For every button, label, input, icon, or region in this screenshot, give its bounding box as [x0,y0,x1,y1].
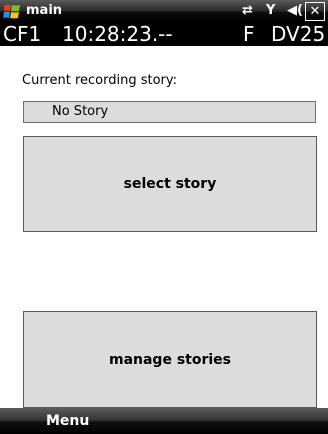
device-label: DV25 [271,23,326,46]
connectivity-icon[interactable]: ⇄ [242,3,253,18]
current-story-field: No Story [23,101,316,123]
timecode: 10:28:23.-- [62,23,173,46]
select-story-button[interactable]: select story [23,136,317,232]
mode-label: F [243,23,255,46]
signal-icon[interactable]: Y [266,3,275,18]
manage-stories-button[interactable]: manage stories [23,311,317,408]
menu-softkey[interactable]: Menu [46,413,89,429]
close-icon: ✕ [309,4,321,19]
recording-info-bar: CF1 10:28:23.-- F DV25 [0,23,328,46]
close-button[interactable]: ✕ [305,2,325,21]
title-bar: main ⇄ Y ◀( ✕ [0,0,328,23]
card-label: CF1 [3,23,42,46]
windows-logo-icon[interactable] [3,3,21,20]
volume-icon[interactable]: ◀( [287,3,303,18]
menu-bar: Menu [0,408,328,434]
current-story-label: Current recording story: [22,73,178,88]
window-title: main [26,3,63,18]
